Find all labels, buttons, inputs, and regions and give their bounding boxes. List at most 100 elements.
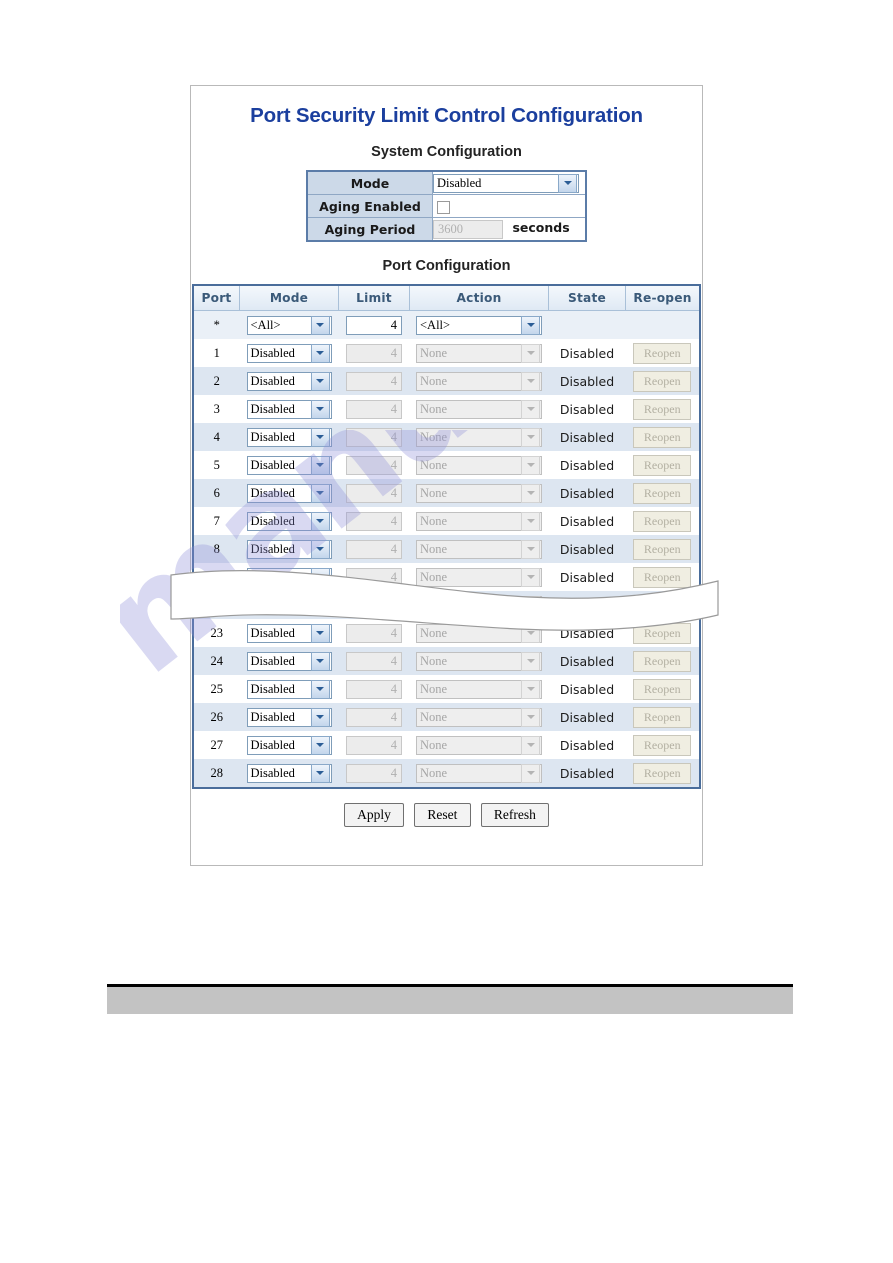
- chevron-down-icon[interactable]: [310, 735, 330, 755]
- reopen-button[interactable]: Reopen: [633, 678, 692, 700]
- cell-limit: 4: [338, 479, 410, 507]
- action-select[interactable]: None: [416, 679, 542, 699]
- chevron-down-icon[interactable]: [310, 399, 330, 419]
- action-select[interactable]: None: [416, 343, 542, 363]
- mode-select[interactable]: Disabled: [246, 483, 332, 503]
- reopen-button[interactable]: Reopen: [633, 482, 692, 504]
- limit-input[interactable]: 4: [346, 371, 402, 391]
- reset-button[interactable]: Reset: [413, 803, 471, 827]
- cell-limit: 4: [338, 395, 410, 423]
- chevron-down-icon[interactable]: [310, 315, 330, 335]
- reopen-button[interactable]: Reopen: [633, 342, 692, 364]
- action-select[interactable]: None: [416, 511, 542, 531]
- aging-enabled-checkbox[interactable]: [437, 201, 450, 214]
- reopen-button[interactable]: Reopen: [633, 734, 692, 756]
- chevron-down-icon[interactable]: [310, 343, 330, 363]
- action-select[interactable]: None: [416, 539, 542, 559]
- reopen-button[interactable]: Reopen: [633, 454, 692, 476]
- action-select[interactable]: None: [416, 455, 542, 475]
- reopen-button[interactable]: Reopen: [633, 762, 692, 784]
- table-row: 27 Disabled 4 None Disabled Reopen: [193, 731, 700, 759]
- mode-select[interactable]: <All>: [246, 315, 332, 335]
- mode-select[interactable]: Disabled: [246, 707, 332, 727]
- action-select[interactable]: None: [416, 651, 542, 671]
- action-select[interactable]: None: [416, 707, 542, 727]
- limit-input[interactable]: 4: [346, 735, 402, 755]
- limit-input[interactable]: 4: [346, 707, 402, 727]
- mode-select[interactable]: Disabled: [246, 651, 332, 671]
- action-select[interactable]: None: [416, 371, 542, 391]
- chevron-down-icon[interactable]: [310, 539, 330, 559]
- reopen-button[interactable]: Reopen: [633, 398, 692, 420]
- limit-input[interactable]: 4: [346, 539, 402, 559]
- port-configuration-section: Port Mode Limit Action State Re-open * <A…: [191, 284, 702, 789]
- reopen-button[interactable]: Reopen: [633, 370, 692, 392]
- cell-limit: 4: [338, 675, 410, 703]
- cell-state: Disabled: [548, 339, 626, 367]
- action-select[interactable]: None: [416, 735, 542, 755]
- chevron-down-icon[interactable]: [310, 455, 330, 475]
- apply-button[interactable]: Apply: [344, 803, 404, 827]
- mode-select[interactable]: Disabled: [246, 455, 332, 475]
- chevron-down-icon[interactable]: [521, 539, 540, 559]
- limit-input[interactable]: 4: [346, 483, 402, 503]
- mode-select[interactable]: Disabled: [246, 399, 332, 419]
- chevron-down-icon[interactable]: [521, 679, 540, 699]
- reopen-button[interactable]: Reopen: [633, 650, 692, 672]
- limit-input[interactable]: 4: [346, 343, 402, 363]
- cell-limit: 4: [338, 703, 410, 731]
- chevron-down-icon[interactable]: [521, 399, 540, 419]
- chevron-down-icon[interactable]: [310, 679, 330, 699]
- limit-input[interactable]: 4: [346, 763, 402, 783]
- action-select[interactable]: None: [416, 483, 542, 503]
- mode-select[interactable]: Disabled: [246, 371, 332, 391]
- reopen-button[interactable]: Reopen: [633, 706, 692, 728]
- chevron-down-icon[interactable]: [521, 427, 540, 447]
- action-select[interactable]: None: [416, 399, 542, 419]
- mode-select[interactable]: Disabled: [246, 735, 332, 755]
- reopen-button[interactable]: Reopen: [633, 426, 692, 448]
- chevron-down-icon[interactable]: [310, 707, 330, 727]
- mode-select[interactable]: Disabled: [246, 763, 332, 783]
- chevron-down-icon[interactable]: [521, 763, 540, 783]
- chevron-down-icon[interactable]: [521, 343, 540, 363]
- refresh-button[interactable]: Refresh: [480, 803, 549, 827]
- action-select[interactable]: <All>: [416, 315, 542, 335]
- cell-limit: 4: [338, 310, 410, 339]
- chevron-down-icon[interactable]: [310, 371, 330, 391]
- chevron-down-icon[interactable]: [521, 483, 540, 503]
- action-select[interactable]: None: [416, 427, 542, 447]
- chevron-down-icon[interactable]: [521, 735, 540, 755]
- aging-period-input[interactable]: 3600: [433, 219, 503, 239]
- chevron-down-icon[interactable]: [558, 173, 577, 193]
- chevron-down-icon[interactable]: [310, 651, 330, 671]
- chevron-down-icon[interactable]: [521, 511, 540, 531]
- chevron-down-icon[interactable]: [521, 707, 540, 727]
- mode-select[interactable]: Disabled: [246, 511, 332, 531]
- limit-input[interactable]: 4: [346, 679, 402, 699]
- mode-select[interactable]: Disabled: [246, 679, 332, 699]
- chevron-down-icon[interactable]: [521, 315, 540, 335]
- chevron-down-icon[interactable]: [310, 427, 330, 447]
- chevron-down-icon[interactable]: [310, 763, 330, 783]
- column-header-limit: Limit: [338, 284, 410, 311]
- mode-select[interactable]: Disabled: [246, 343, 332, 363]
- chevron-down-icon[interactable]: [521, 651, 540, 671]
- limit-input[interactable]: 4: [346, 315, 402, 335]
- limit-input[interactable]: 4: [346, 455, 402, 475]
- cell-state: Disabled: [548, 451, 626, 479]
- mode-select[interactable]: Disabled: [433, 173, 579, 193]
- limit-input[interactable]: 4: [346, 511, 402, 531]
- cell-mode: Disabled: [239, 395, 339, 423]
- chevron-down-icon[interactable]: [310, 511, 330, 531]
- action-select[interactable]: None: [416, 763, 542, 783]
- limit-input[interactable]: 4: [346, 427, 402, 447]
- limit-input[interactable]: 4: [346, 651, 402, 671]
- limit-input[interactable]: 4: [346, 399, 402, 419]
- chevron-down-icon[interactable]: [521, 371, 540, 391]
- mode-select[interactable]: Disabled: [246, 539, 332, 559]
- reopen-button[interactable]: Reopen: [633, 510, 692, 532]
- chevron-down-icon[interactable]: [310, 483, 330, 503]
- chevron-down-icon[interactable]: [521, 455, 540, 475]
- mode-select[interactable]: Disabled: [246, 427, 332, 447]
